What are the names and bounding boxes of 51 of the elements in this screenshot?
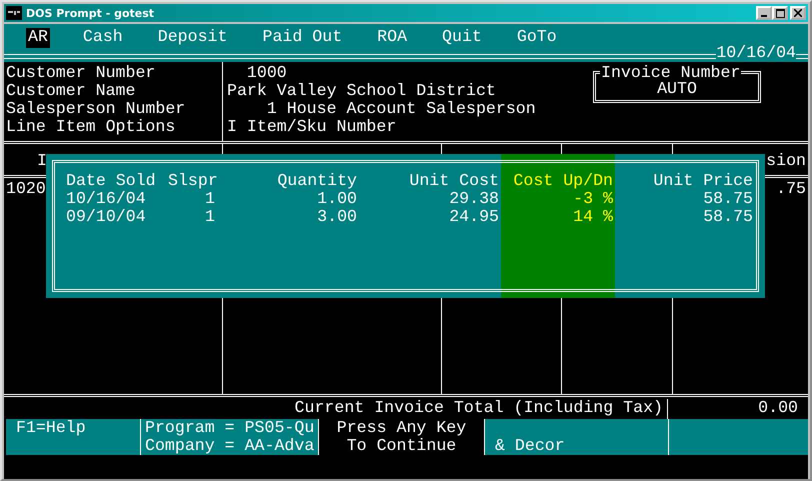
console-icon <box>6 6 22 20</box>
field-value: Park Valley School District <box>227 82 497 100</box>
column-header: Quantity <box>276 172 358 190</box>
field-label: Customer Name <box>6 82 136 100</box>
column-header: Cost Up/Dn <box>512 172 614 190</box>
table-cell-text: 1 <box>204 208 216 226</box>
maximize-button[interactable] <box>772 6 788 20</box>
table-cell: .75 <box>776 180 806 198</box>
table-cell-text: 1.00 <box>316 190 358 208</box>
field-value: 1000 <box>246 64 288 82</box>
status-cell-text: F1=Help <box>15 419 87 439</box>
invoice-value: AUTO <box>657 80 697 98</box>
table-cell-text: 09/10/04 <box>66 208 147 226</box>
window-title: DOS Prompt - gotest <box>26 6 156 20</box>
date-label: 10/16/04 <box>716 44 796 62</box>
field-value: 1 House Account Salesperson <box>266 100 537 118</box>
table-cell-text: 3.00 <box>316 208 358 226</box>
column-header: I <box>36 152 47 170</box>
close-button[interactable] <box>790 6 806 20</box>
field-label: Line Item Options <box>6 118 176 136</box>
column-header: Unit Price <box>652 172 754 190</box>
column-header: Unit Cost <box>408 172 500 190</box>
status-cell: & Decor <box>484 419 668 455</box>
column-header: Slspr <box>168 172 217 190</box>
menu-item[interactable]: GoTo <box>514 28 559 48</box>
table-cell-text: 58.75 <box>702 208 754 226</box>
table-cell-text: 29.38 <box>448 190 500 208</box>
column-header: sion <box>766 152 806 170</box>
minimize-button[interactable] <box>756 6 772 20</box>
invoice-label: Invoice Number <box>600 64 742 82</box>
menu-item[interactable]: Paid Out <box>260 28 344 48</box>
maximize-icon <box>776 8 784 18</box>
table-cell-text: 58.75 <box>702 190 754 208</box>
menu-item[interactable]: Quit <box>440 28 484 48</box>
table-cell-text: 14 % <box>572 208 614 226</box>
menu-item[interactable]: AR <box>26 28 50 48</box>
menu-item[interactable]: Deposit <box>156 28 230 48</box>
table-cell-text: 10/16/04 <box>66 190 147 208</box>
total-value: 0.00 <box>757 399 799 419</box>
menu-item[interactable]: Cash <box>80 28 125 48</box>
status-cell: Press Any Key To Continue <box>318 419 484 455</box>
table-cell-text: 24.95 <box>448 208 500 226</box>
menu-item[interactable]: ROA <box>375 28 410 48</box>
field-label: Customer Number <box>6 64 156 82</box>
table-cell-text: -3 % <box>572 190 614 208</box>
column-header: Date Sold <box>66 172 157 190</box>
field-value: I Item/Sku Number <box>227 118 398 136</box>
table-cell-text: 1 <box>204 190 216 208</box>
table-cell: 1020 <box>6 180 46 198</box>
field-label: Salesperson Number <box>6 100 186 118</box>
close-icon <box>794 9 802 17</box>
